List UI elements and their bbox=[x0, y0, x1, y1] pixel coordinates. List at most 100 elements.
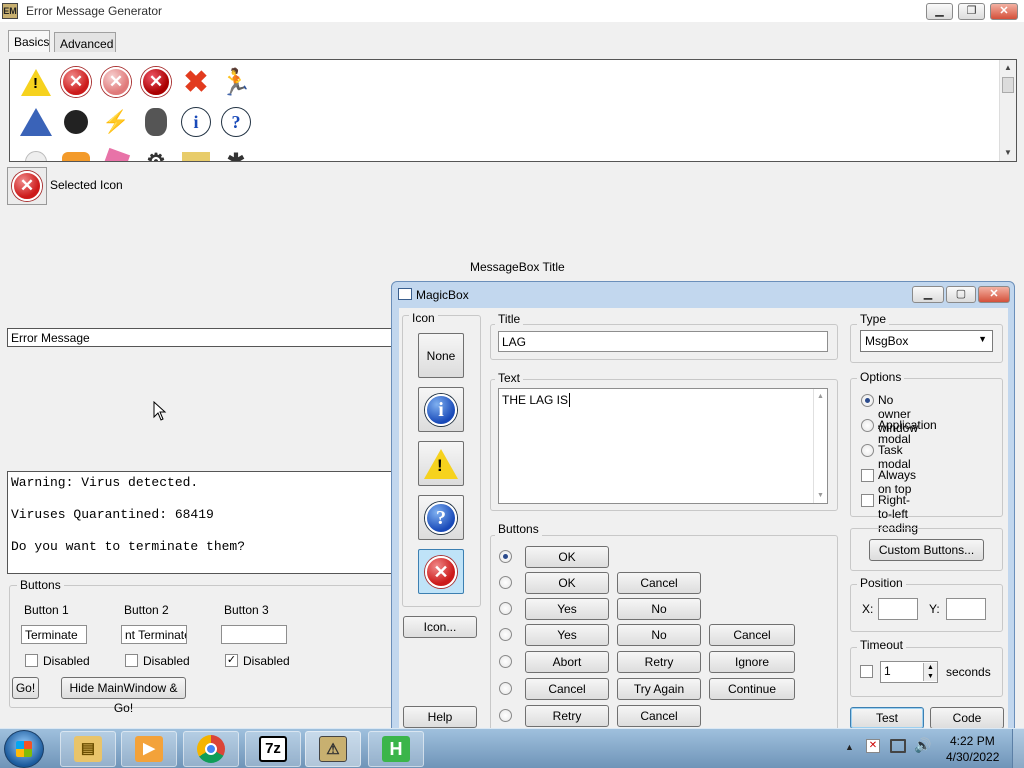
magicbox-minimize-button[interactable]: ▁ bbox=[912, 286, 944, 303]
code-button[interactable]: Code bbox=[930, 707, 1004, 729]
blue-pyramid-icon[interactable] bbox=[20, 106, 52, 138]
error-faded-icon[interactable]: ✕ bbox=[100, 66, 132, 98]
preview-button[interactable]: Abort bbox=[525, 651, 609, 673]
preview-button[interactable]: Cancel bbox=[617, 705, 701, 727]
position-y-input[interactable] bbox=[946, 598, 986, 620]
go-button[interactable]: Go! bbox=[12, 677, 39, 699]
button-row-radio[interactable] bbox=[499, 682, 512, 695]
preview-button[interactable]: Yes bbox=[525, 624, 609, 646]
close-button[interactable]: ✕ bbox=[990, 3, 1018, 20]
minimize-button[interactable]: ▁ bbox=[926, 3, 953, 20]
action-center-icon[interactable]: ✕ bbox=[866, 739, 880, 753]
preview-button[interactable]: Cancel bbox=[617, 572, 701, 594]
message-text-area[interactable]: Warning: Virus detected. Viruses Quarant… bbox=[7, 471, 397, 574]
icon-grid-scrollbar[interactable]: ▲ ▼ bbox=[999, 60, 1016, 161]
button-row-radio[interactable] bbox=[499, 709, 512, 722]
preview-button[interactable]: Continue bbox=[709, 678, 795, 700]
taskbar-chrome[interactable] bbox=[183, 731, 239, 767]
show-desktop-button[interactable] bbox=[1012, 729, 1024, 768]
maximize-button[interactable]: ❐ bbox=[958, 3, 985, 20]
spin-down-icon[interactable]: ▼ bbox=[923, 672, 937, 681]
preview-button[interactable]: Cancel bbox=[709, 624, 795, 646]
custom-buttons-button[interactable]: Custom Buttons... bbox=[869, 539, 984, 561]
icon-warning-button[interactable]: ! bbox=[418, 441, 464, 486]
start-button[interactable] bbox=[4, 730, 44, 768]
error-dark-icon[interactable]: ✕ bbox=[140, 66, 172, 98]
grenade-icon[interactable] bbox=[140, 106, 172, 138]
option-checkbox[interactable] bbox=[861, 469, 874, 482]
bug-icon[interactable]: ✱ bbox=[220, 146, 252, 161]
show-hidden-icons-icon[interactable]: ▲ bbox=[845, 742, 854, 752]
clock-date[interactable]: 4/30/2022 bbox=[946, 750, 999, 764]
timeout-enabled-checkbox[interactable] bbox=[860, 665, 873, 678]
button1-disabled-checkbox[interactable] bbox=[25, 654, 38, 667]
preview-button[interactable]: Ignore bbox=[709, 651, 795, 673]
bulb-icon[interactable] bbox=[20, 146, 52, 161]
scroll-up-arrow-icon[interactable]: ▲ bbox=[1000, 60, 1016, 76]
preview-button[interactable]: Retry bbox=[617, 651, 701, 673]
button-row-radio[interactable] bbox=[499, 576, 512, 589]
magicbox-text-input[interactable]: THE LAG IS ▲ ▼ bbox=[498, 388, 828, 504]
preview-button[interactable]: Try Again bbox=[617, 678, 701, 700]
network-icon[interactable] bbox=[890, 739, 906, 753]
icon-info-button[interactable]: i bbox=[418, 387, 464, 432]
button1-text-input[interactable]: Terminate bbox=[21, 625, 87, 644]
hide-mainwindow-go-button[interactable]: Hide MainWindow & Go! bbox=[61, 677, 186, 715]
red-x-icon[interactable]: ✖ bbox=[180, 66, 212, 99]
preview-button[interactable]: OK bbox=[525, 546, 609, 568]
button-row-radio[interactable] bbox=[499, 602, 512, 615]
scroll-down-arrow-icon[interactable]: ▼ bbox=[1000, 145, 1016, 161]
button3-disabled-checkbox[interactable]: ✓ bbox=[225, 654, 238, 667]
position-x-input[interactable] bbox=[878, 598, 918, 620]
taskbar-media-player[interactable]: ▶ bbox=[121, 731, 177, 767]
button-row-radio[interactable] bbox=[499, 655, 512, 668]
icon-question-button[interactable]: ? bbox=[418, 495, 464, 540]
button-row-radio[interactable] bbox=[499, 628, 512, 641]
preview-button[interactable]: Retry bbox=[525, 705, 609, 727]
text-scrollbar[interactable]: ▲ ▼ bbox=[813, 389, 827, 503]
warning-icon[interactable]: ! bbox=[20, 66, 52, 98]
button3-text-input[interactable] bbox=[221, 625, 287, 644]
magicbox-close-button[interactable]: ✕ bbox=[978, 286, 1010, 303]
folder-orange-icon[interactable] bbox=[60, 146, 92, 161]
taskbar-windows-explorer[interactable]: ▤ bbox=[60, 731, 116, 767]
icon-browse-button[interactable]: Icon... bbox=[403, 616, 477, 638]
tab-basics[interactable]: Basics bbox=[8, 30, 50, 52]
preview-button[interactable]: No bbox=[617, 598, 701, 620]
preview-button[interactable]: OK bbox=[525, 572, 609, 594]
magicbox-title-input[interactable]: LAG bbox=[498, 331, 828, 352]
preview-button[interactable]: No bbox=[617, 624, 701, 646]
button-row-radio[interactable] bbox=[499, 550, 512, 563]
pink-box-icon[interactable] bbox=[100, 146, 132, 161]
scroll-thumb[interactable] bbox=[1002, 77, 1014, 93]
help-button[interactable]: Help bbox=[403, 706, 477, 728]
selected-icon-button[interactable]: ✕ bbox=[7, 167, 47, 205]
error-message-title-field[interactable]: Error Message bbox=[7, 328, 397, 347]
taskbar-7zip[interactable]: 7z bbox=[245, 731, 301, 767]
option-radio[interactable] bbox=[861, 394, 874, 407]
running-man-icon[interactable]: 🏃 bbox=[220, 66, 252, 98]
folder-icon[interactable] bbox=[180, 146, 212, 161]
option-radio[interactable] bbox=[861, 444, 874, 457]
timeout-spinner[interactable]: 1 ▲ ▼ bbox=[880, 661, 938, 683]
preview-button[interactable]: Cancel bbox=[525, 678, 609, 700]
button2-text-input[interactable]: nt Terminate bbox=[121, 625, 187, 644]
error-icon[interactable]: ✕ bbox=[60, 66, 92, 98]
question-bubble-icon[interactable]: ? bbox=[220, 106, 252, 138]
magicbox-maximize-button[interactable]: ▢ bbox=[946, 286, 976, 303]
gear-icon[interactable]: ⚙ bbox=[140, 146, 172, 161]
option-checkbox[interactable] bbox=[861, 494, 874, 507]
broken-plug-icon[interactable]: ⚡ bbox=[100, 106, 132, 138]
info-bubble-icon[interactable]: i bbox=[180, 106, 212, 138]
tab-advanced[interactable]: Advanced bbox=[54, 32, 116, 52]
clock-time[interactable]: 4:22 PM bbox=[950, 734, 995, 748]
taskbar-hotspot-shield[interactable]: H bbox=[368, 731, 424, 767]
type-select[interactable]: MsgBox ▼ bbox=[860, 330, 993, 352]
test-button[interactable]: Test bbox=[850, 707, 924, 729]
volume-icon[interactable]: 🔊 bbox=[914, 737, 931, 754]
button2-disabled-checkbox[interactable] bbox=[125, 654, 138, 667]
option-radio[interactable] bbox=[861, 419, 874, 432]
icon-error-button[interactable]: ✕ bbox=[418, 549, 464, 594]
icon-none-button[interactable]: None bbox=[418, 333, 464, 378]
preview-button[interactable]: Yes bbox=[525, 598, 609, 620]
